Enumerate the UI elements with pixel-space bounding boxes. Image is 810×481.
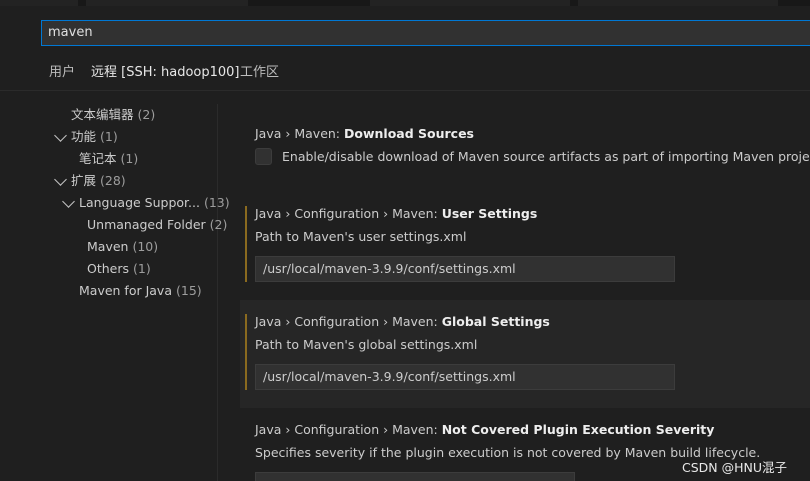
chevron-down-icon[interactable] bbox=[54, 173, 67, 186]
toc-count: (13) bbox=[203, 195, 230, 210]
setting-title-plugin-execution-severity: Java › Configuration › Maven: Not Covere… bbox=[255, 422, 714, 437]
toc-item-features[interactable]: 功能 (1) bbox=[71, 127, 118, 147]
toc-divider bbox=[217, 104, 218, 481]
global-settings-input[interactable] bbox=[263, 365, 663, 389]
setting-description: Path to Maven's user settings.xml bbox=[255, 229, 467, 244]
editor-tab[interactable] bbox=[0, 0, 78, 6]
setting-title-global-settings: Java › Configuration › Maven: Global Set… bbox=[255, 314, 550, 329]
toc-label: Maven for Java bbox=[79, 283, 172, 298]
tab-user[interactable]: 用户 bbox=[49, 64, 75, 90]
severity-select[interactable] bbox=[255, 472, 575, 481]
setting-description: Path to Maven's global settings.xml bbox=[255, 337, 478, 352]
modified-indicator bbox=[245, 314, 247, 390]
setting-name: User Settings bbox=[441, 206, 538, 221]
toc-count: (2) bbox=[137, 107, 156, 122]
toc-count: (10) bbox=[132, 239, 159, 254]
editor-tab[interactable] bbox=[578, 0, 778, 6]
editor-tab-strip bbox=[0, 0, 810, 6]
toc-label: Language Suppor... bbox=[79, 195, 200, 210]
toc-count: (2) bbox=[209, 217, 228, 232]
toc-item-text-editor[interactable]: 文本编辑器 (2) bbox=[71, 105, 155, 125]
user-settings-field[interactable] bbox=[255, 256, 675, 282]
toc-item-maven-for-java[interactable]: Maven for Java (15) bbox=[79, 281, 202, 301]
user-settings-input[interactable] bbox=[263, 257, 663, 281]
chevron-down-icon[interactable] bbox=[54, 129, 67, 142]
setting-description: Enable/disable download of Maven source … bbox=[282, 149, 810, 164]
toc-count: (1) bbox=[120, 151, 139, 166]
toc-item-notebook[interactable]: 笔记本 (1) bbox=[79, 149, 138, 169]
download-sources-checkbox[interactable] bbox=[255, 148, 272, 165]
tab-workspace[interactable]: 工作区 bbox=[240, 64, 279, 90]
toc-count: (28) bbox=[100, 173, 126, 188]
chevron-down-icon[interactable] bbox=[62, 195, 75, 208]
setting-name: Global Settings bbox=[441, 314, 550, 329]
toc-item-maven[interactable]: Maven (10) bbox=[87, 237, 158, 257]
modified-indicator bbox=[245, 206, 247, 282]
editor-tab[interactable] bbox=[370, 0, 570, 6]
setting-title-download-sources: Java › Maven: Download Sources bbox=[255, 126, 474, 141]
editor-tab[interactable] bbox=[86, 0, 248, 6]
toc-item-unmanaged-folder[interactable]: Unmanaged Folder (2) bbox=[87, 215, 227, 235]
toc-count: (1) bbox=[133, 261, 151, 276]
global-settings-field[interactable] bbox=[255, 364, 675, 390]
toc-label: 文本编辑器 bbox=[71, 107, 134, 122]
tabs-divider bbox=[0, 90, 810, 91]
setting-category: Java › Configuration › Maven: bbox=[255, 206, 442, 221]
toc-count: (15) bbox=[175, 283, 202, 298]
toc-item-others[interactable]: Others (1) bbox=[87, 259, 151, 279]
settings-search-input[interactable] bbox=[48, 21, 788, 45]
setting-category: Java › Maven: bbox=[255, 126, 344, 141]
settings-search-box[interactable] bbox=[41, 20, 810, 46]
setting-title-user-settings: Java › Configuration › Maven: User Setti… bbox=[255, 206, 537, 221]
toc-label: 功能 bbox=[71, 129, 97, 144]
toc-label: 扩展 bbox=[71, 173, 97, 188]
setting-category: Java › Configuration › Maven: bbox=[255, 422, 442, 437]
setting-name: Download Sources bbox=[344, 126, 474, 141]
tab-remote[interactable]: 远程 [SSH: hadoop100] bbox=[85, 64, 246, 91]
toc-label: Unmanaged Folder bbox=[87, 217, 206, 232]
setting-category: Java › Configuration › Maven: bbox=[255, 314, 442, 329]
toc-item-language-support[interactable]: Language Suppor... (13) bbox=[79, 193, 230, 213]
watermark: CSDN @HNU混子 bbox=[682, 460, 788, 475]
toc-label: 笔记本 bbox=[79, 151, 117, 166]
toc-label: Maven bbox=[87, 239, 129, 254]
toc-item-extensions[interactable]: 扩展 (28) bbox=[71, 171, 126, 191]
toc-label: Others bbox=[87, 261, 130, 276]
setting-name: Not Covered Plugin Execution Severity bbox=[441, 422, 715, 437]
toc-count: (1) bbox=[100, 129, 118, 144]
